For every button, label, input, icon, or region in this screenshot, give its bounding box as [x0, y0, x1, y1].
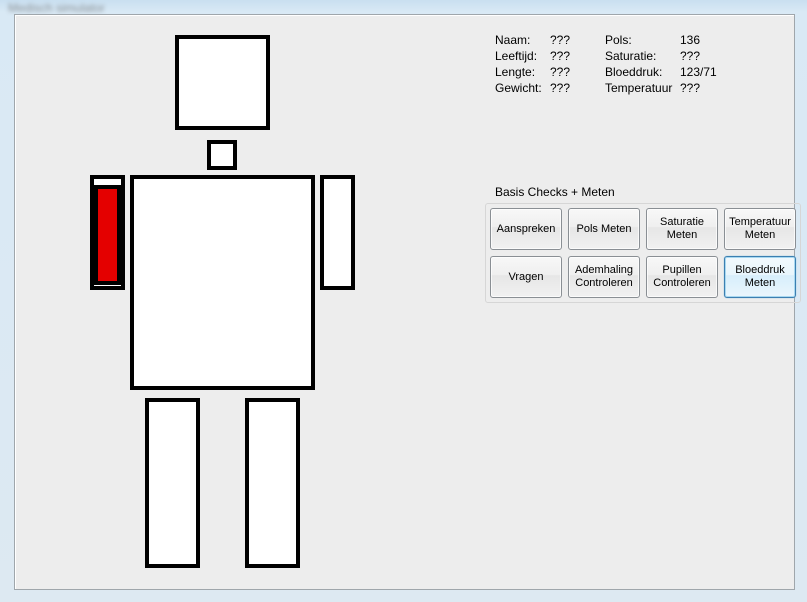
check-button-5[interactable]: Ademhaling Controleren [568, 256, 640, 298]
value-naam: ??? [550, 33, 605, 47]
check-button-2[interactable]: Saturatie Meten [646, 208, 718, 250]
label-leeftijd: Leeftijd: [495, 49, 550, 63]
label-saturatie: Saturatie: [605, 49, 680, 63]
patient-info: Naam: ??? Pols: 136 Leeftijd: ??? Satura… [495, 33, 785, 95]
body-figure [90, 35, 380, 575]
check-button-3[interactable]: Temperatuur Meten [724, 208, 796, 250]
value-bloeddruk: 123/71 [680, 65, 728, 79]
body-leg-right[interactable] [245, 398, 300, 568]
label-naam: Naam: [495, 33, 550, 47]
body-leg-left[interactable] [145, 398, 200, 568]
label-gewicht: Gewicht: [495, 81, 550, 95]
value-gewicht: ??? [550, 81, 605, 95]
value-temperatuur: ??? [680, 81, 728, 95]
check-button-6[interactable]: Pupillen Controleren [646, 256, 718, 298]
body-torso[interactable] [130, 175, 315, 390]
body-arm-right[interactable] [320, 175, 355, 290]
checks-group-label: Basis Checks + Meten [495, 185, 795, 199]
value-lengte: ??? [550, 65, 605, 79]
body-neck[interactable] [207, 140, 237, 170]
body-arm-left-injury[interactable] [94, 185, 121, 285]
main-panel: Naam: ??? Pols: 136 Leeftijd: ??? Satura… [14, 14, 795, 590]
label-lengte: Lengte: [495, 65, 550, 79]
value-pols: 136 [680, 33, 728, 47]
value-leeftijd: ??? [550, 49, 605, 63]
label-temperatuur: Temperatuur [605, 81, 680, 95]
value-saturatie: ??? [680, 49, 728, 63]
window-title: Medisch simulator [8, 1, 105, 15]
check-button-0[interactable]: Aanspreken [490, 208, 562, 250]
body-head[interactable] [175, 35, 270, 130]
check-button-1[interactable]: Pols Meten [568, 208, 640, 250]
label-pols: Pols: [605, 33, 680, 47]
check-button-7[interactable]: Bloeddruk Meten [724, 256, 796, 298]
check-button-4[interactable]: Vragen [490, 256, 562, 298]
label-bloeddruk: Bloeddruk: [605, 65, 680, 79]
checks-group: Basis Checks + Meten AansprekenPols Mete… [485, 185, 795, 303]
